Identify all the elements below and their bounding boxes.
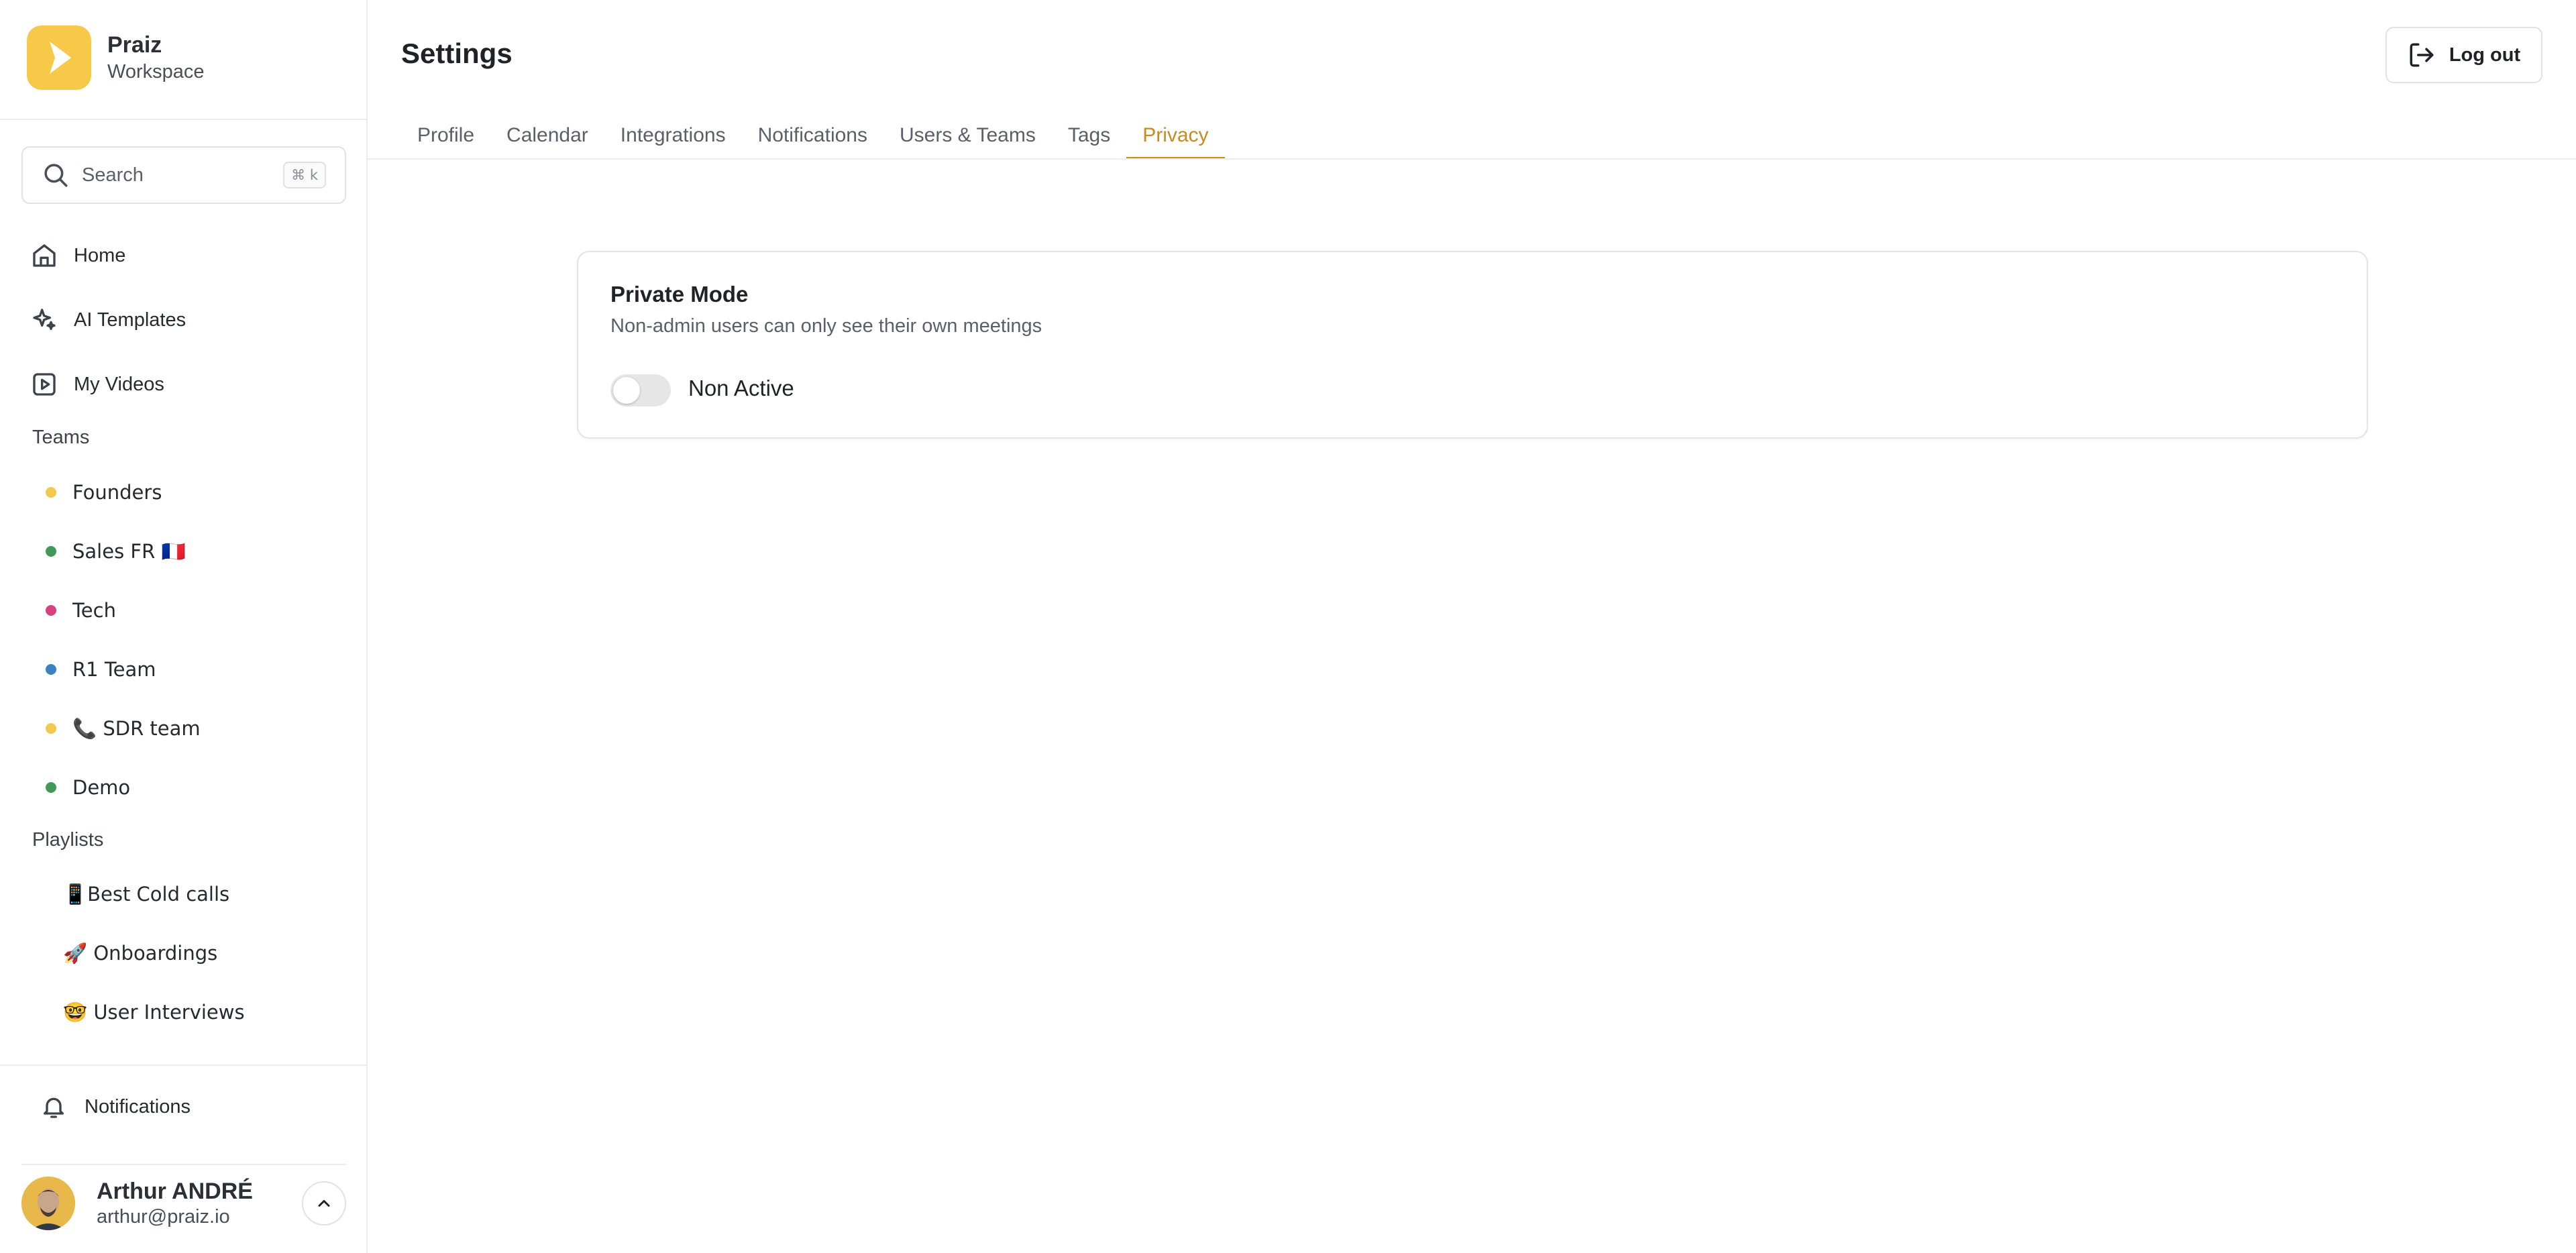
home-icon [30, 241, 59, 270]
playlist-item-onboardings[interactable]: 🚀 Onboardings [63, 934, 217, 972]
tab-users-teams[interactable]: Users & Teams [883, 115, 1052, 158]
team-label: R1 Team [72, 658, 156, 681]
private-mode-status: Non Active [688, 376, 794, 400]
user-name: Arthur ANDRÉ [97, 1179, 253, 1204]
playlist-item-user-interviews[interactable]: 🤓 User Interviews [63, 993, 245, 1031]
team-color-dot [46, 782, 56, 793]
team-label: Founders [72, 481, 162, 504]
user-email: arthur@praiz.io [97, 1206, 230, 1228]
bell-icon [40, 1093, 67, 1120]
notifications-label: Notifications [85, 1095, 191, 1118]
team-item-sdr-team[interactable]: 📞 SDR team [46, 710, 201, 747]
nav-item-my-videos[interactable]: My Videos [30, 364, 164, 404]
team-color-dot [46, 605, 56, 616]
team-color-dot [46, 487, 56, 498]
team-item-tech[interactable]: Tech [46, 592, 116, 629]
chevron-up-icon [315, 1194, 333, 1213]
tab-profile[interactable]: Profile [401, 115, 490, 158]
logout-icon [2408, 41, 2436, 69]
tab-privacy[interactable]: Privacy [1126, 115, 1225, 160]
user-menu[interactable]: Arthur ANDRÉ arthur@praiz.io [21, 1175, 346, 1232]
search-icon [42, 161, 70, 189]
sidebar: Praiz Workspace Search ⌘ k Home AI Templ… [0, 0, 368, 1253]
tabs-divider [368, 158, 2576, 160]
divider [0, 1065, 366, 1066]
praiz-logo-icon [27, 25, 91, 90]
tab-integrations[interactable]: Integrations [604, 115, 742, 158]
team-item-r1-team[interactable]: R1 Team [46, 651, 156, 688]
play-square-icon [30, 370, 59, 399]
team-label: 📞 SDR team [72, 716, 201, 740]
team-item-demo[interactable]: Demo [46, 769, 130, 806]
search-shortcut-badge: ⌘ k [283, 162, 326, 188]
tab-notifications[interactable]: Notifications [742, 115, 883, 158]
private-mode-card: Private Mode Non-admin users can only se… [577, 251, 2368, 439]
notifications-button[interactable]: Notifications [40, 1093, 191, 1120]
team-color-dot [46, 664, 56, 675]
search-input[interactable]: Search ⌘ k [21, 146, 346, 204]
divider [21, 1164, 346, 1165]
settings-tabs: Profile Calendar Integrations Notificati… [401, 115, 1225, 160]
playlist-item-best-cold-calls[interactable]: 📱Best Cold calls [63, 875, 229, 913]
avatar [21, 1177, 75, 1230]
team-label: Sales FR 🇫🇷 [72, 539, 186, 563]
logout-button[interactable]: Log out [2385, 27, 2542, 83]
private-mode-title: Private Mode [610, 282, 749, 307]
nav-item-label: My Videos [74, 373, 164, 395]
tab-calendar[interactable]: Calendar [490, 115, 604, 158]
private-mode-description: Non-admin users can only see their own m… [610, 315, 1042, 337]
toggle-knob [613, 377, 640, 404]
nav-item-ai-templates[interactable]: AI Templates [30, 300, 186, 340]
team-item-founders[interactable]: Founders [46, 474, 162, 511]
search-placeholder: Search [82, 164, 144, 186]
divider [0, 119, 366, 120]
nav-item-home[interactable]: Home [30, 235, 125, 276]
team-label: Tech [72, 599, 116, 622]
team-color-dot [46, 723, 56, 734]
tab-tags[interactable]: Tags [1052, 115, 1126, 158]
nav-item-label: AI Templates [74, 309, 186, 331]
team-color-dot [46, 546, 56, 557]
workspace-switcher[interactable]: Praiz Workspace [27, 25, 205, 90]
user-menu-toggle[interactable] [302, 1181, 346, 1225]
private-mode-toggle[interactable] [610, 374, 671, 406]
teams-section-label: Teams [32, 427, 90, 448]
team-item-sales-fr[interactable]: Sales FR 🇫🇷 [46, 533, 186, 570]
sparkles-icon [30, 305, 59, 335]
logout-label: Log out [2449, 44, 2521, 66]
workspace-name: Praiz [107, 32, 162, 58]
page-title: Settings [401, 38, 513, 69]
team-label: Demo [72, 776, 131, 799]
nav-item-label: Home [74, 244, 126, 266]
workspace-subtitle: Workspace [107, 61, 205, 83]
playlists-section-label: Playlists [32, 829, 104, 851]
